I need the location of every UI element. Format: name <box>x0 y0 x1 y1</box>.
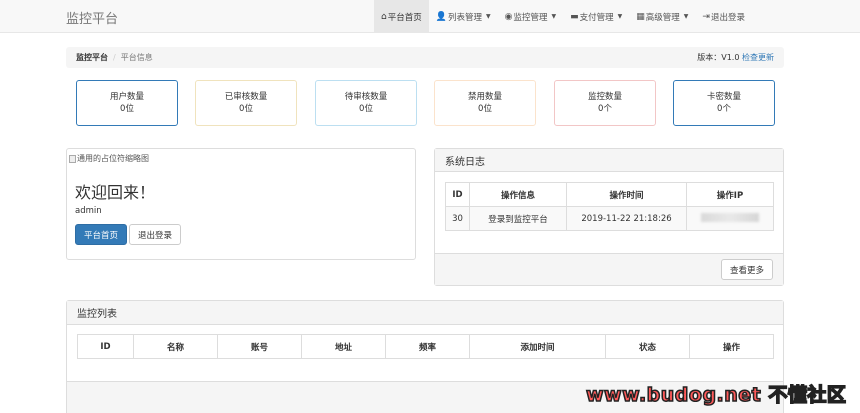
redacted-ip <box>701 212 759 222</box>
log-info: 登录到监控平台 <box>469 206 567 231</box>
nav-payment-management[interactable]: ▬ 支付管理 ▼ <box>563 0 629 33</box>
stat-label: 用户数量 <box>109 92 144 102</box>
col-id: ID <box>445 182 470 207</box>
system-log-table-wrap: ID 操作信息 操作时间 操作IP 30 登录到监控平台 2019-11-22 … <box>445 182 774 231</box>
welcome-username: admin <box>75 206 102 216</box>
welcome-title: 欢迎回来！ <box>75 183 156 202</box>
thumbnail-alt-text: 通用的占位符缩略图 <box>77 154 149 163</box>
stat-pending-count: 待审核数量 0位 <box>315 80 417 126</box>
globe-icon: ◉ <box>504 11 513 22</box>
version-label: 版本：V1.0 <box>697 53 742 62</box>
stat-label: 已审核数量 <box>224 92 268 102</box>
welcome-panel: 通用的占位符缩略图 欢迎回来！ admin 平台首页 退出登录 <box>66 148 416 260</box>
stat-label: 监控数量 <box>587 92 622 102</box>
monitor-table-wrap: ID 名称 账号 地址 频率 添加时间 状态 操作 <box>77 334 774 359</box>
nav-logout[interactable]: ⇥ 退出登录 <box>695 0 752 33</box>
nav-home-label: 平台首页 <box>387 12 422 23</box>
home-button[interactable]: 平台首页 <box>75 224 127 245</box>
breadcrumb-current: 平台信息 <box>120 53 153 62</box>
nav-monitor-label: 监控管理 <box>513 12 548 23</box>
thumbnail-placeholder: 通用的占位符缩略图 <box>69 153 149 164</box>
nav-list-management[interactable]: 👤 列表管理 ▼ <box>429 0 498 33</box>
stat-disabled-count: 禁用数量 0位 <box>434 80 536 126</box>
stat-approved-count: 已审核数量 0位 <box>195 80 297 126</box>
col-name: 名称 <box>133 334 218 359</box>
stat-label: 待审核数量 <box>344 92 388 102</box>
stat-value: 0位 <box>239 104 253 114</box>
breadcrumb: 监控平台 / 平台信息 版本：V1.0 检查更新 <box>66 47 784 68</box>
col-frequency: 频率 <box>385 334 470 359</box>
nav-logout-label: 退出登录 <box>710 12 745 23</box>
logout-icon: ⇥ <box>702 11 710 22</box>
nav-home[interactable]: ⌂ 平台首页 <box>374 0 429 33</box>
caret-down-icon: ▼ <box>617 13 623 20</box>
system-log-table: ID 操作信息 操作时间 操作IP 30 登录到监控平台 2019-11-22 … <box>445 182 774 231</box>
stat-value: 0位 <box>120 104 134 114</box>
log-id: 30 <box>445 206 470 231</box>
stat-monitor-count: 监控数量 0个 <box>554 80 656 126</box>
site-watermark: www.budog.net 不懂社区 <box>585 383 847 407</box>
version-info: 版本：V1.0 检查更新 <box>697 52 774 63</box>
credit-card-icon: ▬ <box>570 11 579 22</box>
stat-label: 卡密数量 <box>706 92 741 102</box>
table-row: 30 登录到监控平台 2019-11-22 21:18:26 <box>445 206 774 231</box>
col-account: 账号 <box>217 334 302 359</box>
system-log-panel: 系统日志 ID 操作信息 操作时间 操作IP 30 登录到监控平台 2019-1… <box>434 148 784 286</box>
monitor-list-title: 监控列表 <box>77 309 117 320</box>
top-navbar: 监控平台 ⌂ 平台首页 👤 列表管理 ▼ ◉ 监控管理 ▼ ▬ 支付管理 ▼ ▦… <box>0 0 860 33</box>
main-nav: ⌂ 平台首页 👤 列表管理 ▼ ◉ 监控管理 ▼ ▬ 支付管理 ▼ ▦ 高级管理… <box>374 0 752 33</box>
nav-payment-label: 支付管理 <box>579 12 614 23</box>
breadcrumb-separator: / <box>113 53 116 62</box>
col-time: 操作时间 <box>566 182 687 207</box>
col-added-time: 添加时间 <box>469 334 606 359</box>
log-time: 2019-11-22 21:18:26 <box>566 206 687 231</box>
stat-label: 禁用数量 <box>467 92 502 102</box>
stat-value: 0个 <box>717 104 731 114</box>
user-icon: 👤 <box>435 11 447 22</box>
stat-value: 0个 <box>598 104 612 114</box>
table-header-row: ID 操作信息 操作时间 操作IP <box>445 182 774 207</box>
col-status: 状态 <box>605 334 690 359</box>
monitor-table: ID 名称 账号 地址 频率 添加时间 状态 操作 <box>77 334 774 359</box>
home-icon: ⌂ <box>381 11 387 22</box>
stat-user-count: 用户数量 0位 <box>76 80 178 126</box>
nav-advanced-management[interactable]: ▦ 高级管理 ▼ <box>629 0 695 33</box>
stat-value: 0位 <box>359 104 373 114</box>
stat-card-key-count: 卡密数量 0个 <box>673 80 775 126</box>
col-ip: 操作IP <box>686 182 774 207</box>
check-update-link[interactable]: 检查更新 <box>742 53 774 62</box>
table-header-row: ID 名称 账号 地址 频率 添加时间 状态 操作 <box>77 334 774 359</box>
broken-image-icon <box>69 154 76 163</box>
grid-icon: ▦ <box>636 11 645 22</box>
col-address: 地址 <box>301 334 386 359</box>
caret-down-icon: ▼ <box>551 13 557 20</box>
stat-value: 0位 <box>478 104 492 114</box>
system-log-footer: 查看更多 <box>435 253 783 285</box>
monitor-list-header: 监控列表 <box>67 301 783 325</box>
breadcrumb-home[interactable]: 监控平台 <box>76 52 108 63</box>
caret-down-icon: ▼ <box>683 13 689 20</box>
col-id: ID <box>77 334 134 359</box>
caret-down-icon: ▼ <box>485 13 491 20</box>
nav-list-label: 列表管理 <box>447 12 482 23</box>
log-ip <box>686 206 774 231</box>
col-info: 操作信息 <box>469 182 567 207</box>
nav-advanced-label: 高级管理 <box>645 12 680 23</box>
brand-title[interactable]: 监控平台 <box>66 8 118 27</box>
nav-monitor-management[interactable]: ◉ 监控管理 ▼ <box>498 0 564 33</box>
col-actions: 操作 <box>689 334 774 359</box>
view-more-button[interactable]: 查看更多 <box>721 259 773 280</box>
system-log-title: 系统日志 <box>445 156 485 168</box>
system-log-header: 系统日志 <box>435 149 783 172</box>
logout-button[interactable]: 退出登录 <box>129 224 181 245</box>
